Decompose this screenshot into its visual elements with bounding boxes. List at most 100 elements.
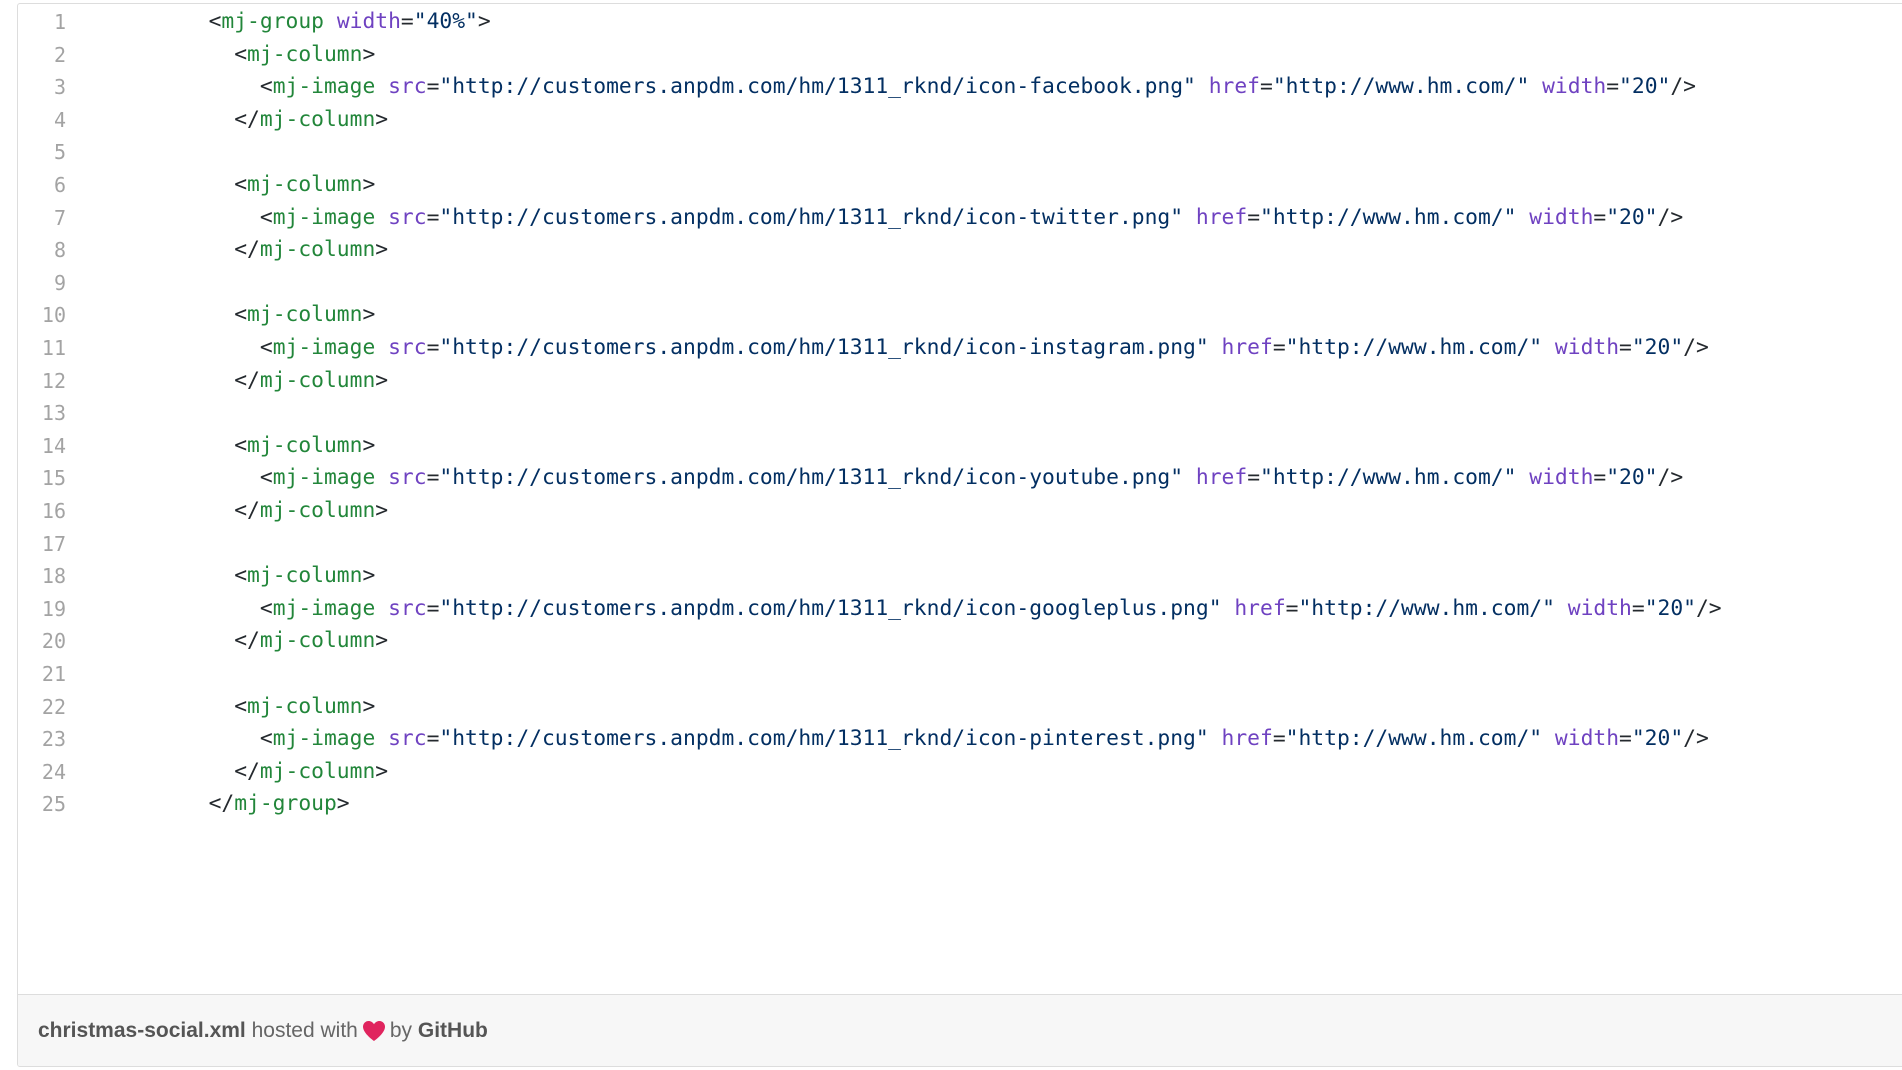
code-token: href [1208, 74, 1261, 100]
line-number[interactable]: 22 [18, 691, 66, 724]
line-number[interactable]: 20 [18, 625, 66, 658]
code-text: </mj-column> [106, 365, 388, 398]
code-token: = [1285, 595, 1299, 621]
code-token: </ [106, 791, 235, 817]
code-token: mj-column [247, 302, 363, 328]
gist-raw-file-link[interactable]: christmas-social.xml [38, 1019, 246, 1043]
code-token: src [388, 204, 427, 230]
code-text: <mj-column> [106, 39, 375, 72]
line-number[interactable]: 14 [18, 430, 66, 463]
code-token: </ [106, 498, 260, 523]
line-number[interactable]: 15 [18, 462, 66, 495]
code-token: > [375, 237, 389, 263]
code-text: <mj-image src="http://customers.anpdm.co… [106, 723, 1709, 756]
code-line: 4 </mj-column> [18, 104, 1902, 137]
code-text: </mj-column> [106, 104, 388, 137]
code-token: = [1593, 204, 1607, 230]
line-number[interactable]: 18 [18, 560, 66, 593]
code-text: <mj-column> [106, 691, 375, 724]
line-number[interactable]: 8 [18, 234, 66, 267]
code-token: > [362, 302, 376, 328]
code-token: mj-column [247, 172, 363, 197]
github-link[interactable]: GitHub [418, 1019, 488, 1043]
code-token: > [362, 563, 376, 589]
line-number[interactable]: 13 [18, 397, 66, 430]
code-token: mj-column [247, 41, 363, 67]
code-text: <mj-column> [106, 169, 375, 202]
code-line: 23 <mj-image src="http://customers.anpdm… [18, 723, 1902, 756]
code-line: 15 <mj-image src="http://customers.anpdm… [18, 462, 1902, 495]
code-token: = [1606, 74, 1620, 100]
line-number[interactable]: 10 [18, 299, 66, 332]
code-text: <mj-column> [106, 299, 375, 332]
code-token: "http://www.hm.com/" [1298, 595, 1555, 621]
code-token: > [375, 367, 389, 393]
code-token: "http://customers.anpdm.com/hm/1311_rknd… [439, 335, 1209, 360]
code-token: mj-column [259, 367, 376, 393]
code-token: "20" [1619, 74, 1671, 100]
line-number[interactable]: 25 [18, 788, 66, 821]
line-number[interactable]: 4 [18, 104, 66, 137]
code-token: src [388, 335, 427, 360]
line-number[interactable]: 3 [18, 71, 66, 104]
code-token: < [106, 465, 273, 491]
code-text: <mj-image src="http://customers.anpdm.co… [106, 593, 1722, 626]
code-token: mj-image [272, 465, 376, 491]
code-line: 9 [18, 267, 1902, 300]
code-token: src [388, 726, 427, 752]
code-token: = [1631, 595, 1645, 621]
line-number[interactable]: 17 [18, 528, 66, 561]
line-number[interactable]: 2 [18, 39, 66, 72]
code-token: mj-group [221, 9, 324, 34]
code-token: < [106, 726, 273, 752]
line-number[interactable]: 16 [18, 495, 66, 528]
code-token: "http://www.hm.com/" [1285, 335, 1543, 360]
code-token: mj-column [259, 237, 376, 263]
code-token: "20" [1644, 595, 1696, 621]
code-token: < [106, 595, 273, 621]
line-number[interactable]: 6 [18, 169, 66, 202]
code-token: "http://customers.anpdm.com/hm/1311_rknd… [439, 726, 1209, 752]
code-token: < [106, 335, 273, 360]
code-token: "20" [1631, 335, 1684, 360]
code-line: 20 </mj-column> [18, 625, 1902, 658]
code-token: src [388, 595, 427, 621]
code-token: mj-image [272, 726, 376, 752]
code-line: 10 <mj-column> [18, 299, 1902, 332]
line-number[interactable]: 19 [18, 593, 66, 626]
code-token: "http://www.hm.com/" [1260, 465, 1517, 491]
line-number[interactable]: 12 [18, 365, 66, 398]
line-number[interactable]: 23 [18, 723, 66, 756]
line-number[interactable]: 1 [18, 6, 66, 39]
code-token: < [106, 432, 248, 458]
line-number[interactable]: 24 [18, 756, 66, 789]
code-token: src [388, 465, 427, 491]
code-token: /> [1683, 335, 1709, 360]
line-number[interactable]: 11 [18, 332, 66, 365]
code-token: = [426, 726, 440, 752]
line-number[interactable]: 9 [18, 267, 66, 300]
code-token: = [1247, 204, 1261, 230]
code-token: < [106, 693, 248, 719]
code-token: = [1247, 465, 1261, 491]
code-token: = [426, 74, 440, 100]
line-number[interactable]: 21 [18, 658, 66, 691]
line-number[interactable]: 5 [18, 136, 66, 169]
code-line: 11 <mj-image src="http://customers.anpdm… [18, 332, 1902, 365]
code-text: </mj-column> [106, 625, 388, 658]
code-token: "http://www.hm.com/" [1272, 74, 1530, 100]
line-number[interactable]: 7 [18, 202, 66, 235]
code-token: width [1529, 465, 1594, 491]
code-token: mj-column [247, 432, 363, 458]
code-token: href [1234, 595, 1286, 621]
code-token: mj-column [259, 106, 376, 132]
